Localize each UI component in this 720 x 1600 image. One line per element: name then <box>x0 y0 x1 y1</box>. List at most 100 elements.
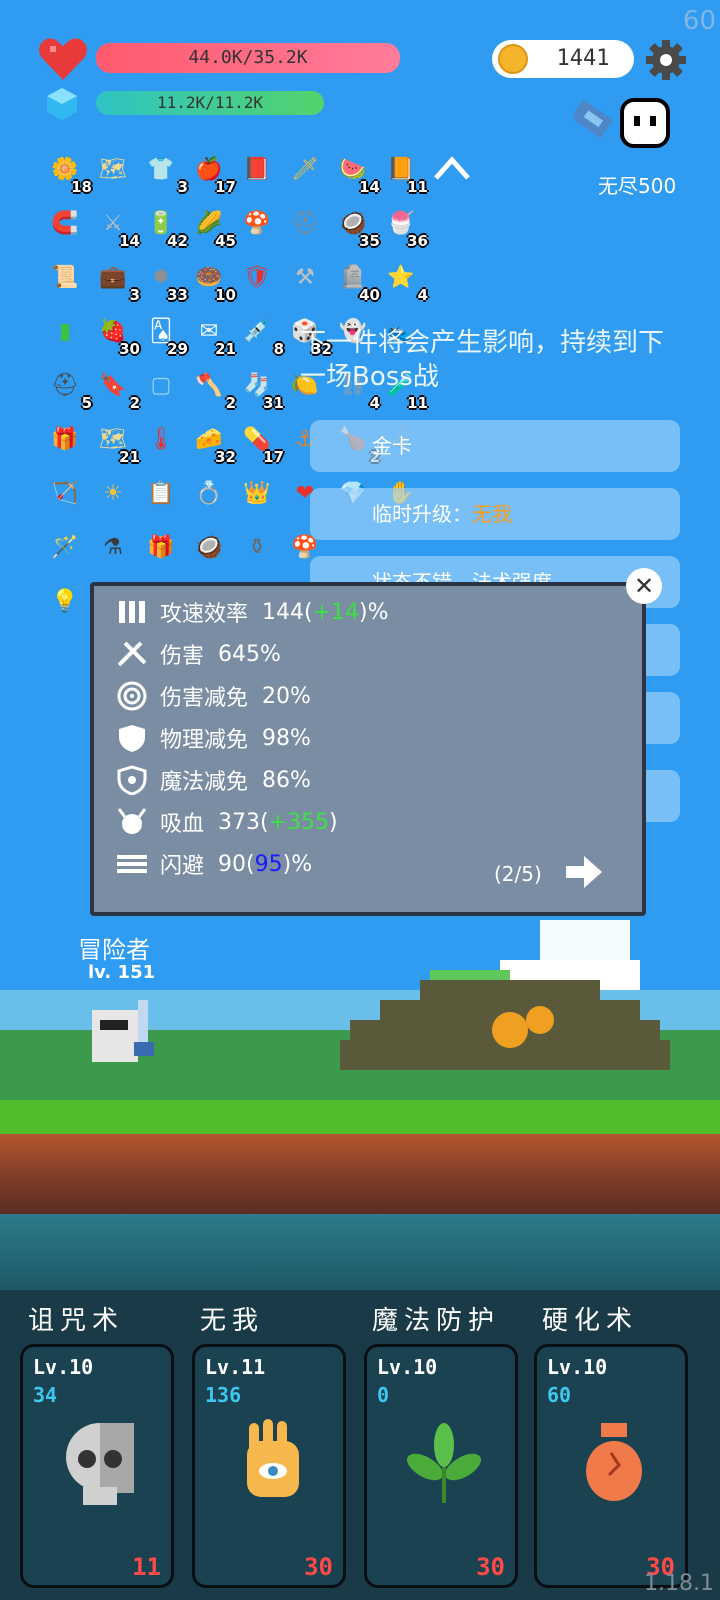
cheese-icon[interactable]: 🧀 32 <box>188 418 236 467</box>
chevron-up-icon[interactable] <box>430 150 474 184</box>
blank-card-icon[interactable]: ▢ <box>140 364 182 406</box>
boss-ghost-icon[interactable] <box>574 96 682 156</box>
magnet-icon[interactable]: 🧲 <box>44 202 86 244</box>
skill-points: 0 <box>377 1383 390 1407</box>
broadsword-icon[interactable]: ⚔ 14 <box>92 202 140 251</box>
coin-counter: 1441 <box>492 40 634 78</box>
skill-card[interactable]: Lv.11 136 30 <box>192 1344 346 1588</box>
close-button[interactable]: ✕ <box>626 568 662 604</box>
pill-icon[interactable]: 💊 17 <box>236 418 284 467</box>
skill-card[interactable]: Lv.10 0 30 <box>364 1344 518 1588</box>
mortar-icon[interactable]: ⚱ <box>236 526 278 568</box>
mushroom-icon[interactable]: 🍄 <box>236 202 278 244</box>
mana-crystal-icon <box>47 88 77 120</box>
skill-points: 34 <box>33 1383 58 1407</box>
battery-icon[interactable]: 🔋 42 <box>140 202 188 251</box>
star-card-icon[interactable]: ⭐ 4 <box>380 256 428 305</box>
helmet-icon[interactable]: ⛑ <box>284 202 326 244</box>
crossed-axes-icon <box>117 641 147 667</box>
green-card-icon[interactable]: ▮ <box>44 310 86 352</box>
item-glyph: ⭐ <box>387 264 415 290</box>
bullets-icon <box>119 601 145 623</box>
map-icon[interactable]: 🗺 21 <box>92 418 140 467</box>
gear-icon[interactable] <box>644 38 688 82</box>
item-count: 11 <box>407 178 428 196</box>
magic-wand-icon[interactable]: 🪄 <box>44 526 86 568</box>
skill-card[interactable]: Lv.10 60 30 <box>534 1344 688 1588</box>
battle-axe-icon[interactable]: 🪓 2 <box>188 364 236 413</box>
reward-card-upgrade[interactable]: 临时升级：无我 <box>310 488 680 540</box>
item-glyph: 🪄 <box>51 534 79 560</box>
crown-icon[interactable]: 👑 <box>236 472 278 514</box>
bow-icon[interactable]: 🏹 <box>44 472 86 514</box>
fps-counter: 60 <box>682 6 716 36</box>
treasure-map-icon[interactable]: 🗺 <box>92 148 134 190</box>
shirt-icon[interactable]: 👕 3 <box>140 148 188 197</box>
stat-row: 攻速效率 144(+14)% <box>114 592 389 632</box>
strawberry-icon[interactable]: 🍓 30 <box>92 310 140 359</box>
donut-icon[interactable]: 🍩 10 <box>188 256 236 305</box>
corn-icon[interactable]: 🌽 45 <box>188 202 236 251</box>
reward-card-text: 金卡 <box>372 434 412 458</box>
scroll-icon[interactable]: 📜 <box>44 256 86 298</box>
coconut-icon[interactable]: 🥥 35 <box>332 202 380 251</box>
ice-cream-icon[interactable]: 🍧 36 <box>380 202 428 251</box>
item-count: 3 <box>129 286 140 304</box>
watermelon-icon[interactable]: 🍉 14 <box>332 148 380 197</box>
book-icon[interactable]: 📙 11 <box>380 148 428 197</box>
stat-value: 86% <box>262 767 311 793</box>
item-glyph: ☀ <box>103 480 123 506</box>
item-glyph: ▢ <box>150 372 172 398</box>
gift-box-icon[interactable]: 🎁 <box>44 418 86 460</box>
item-count: 3 <box>177 178 188 196</box>
stats-popup: 攻速效率 144(+14)% 伤害 645% 伤害减免 20% 物理减免 98% 魔法减免 86%… <box>90 582 646 916</box>
heart-icon <box>39 38 87 80</box>
cauldron-icon[interactable]: ⚗ <box>92 526 134 568</box>
skull-book-icon[interactable]: 📕 <box>236 148 278 190</box>
mana-bar: 11.2K/11.2K <box>96 91 324 115</box>
briefcase-icon[interactable]: 💼 3 <box>92 256 140 305</box>
sword-icon[interactable]: 🗡 <box>284 148 326 190</box>
item-glyph: 🗡 <box>291 156 319 182</box>
item-glyph: 🎁 <box>51 426 79 452</box>
item-glyph: 🪓 <box>195 372 223 398</box>
item-count: 45 <box>215 232 236 250</box>
apple-icon[interactable]: 🍎 17 <box>188 148 236 197</box>
ring-icon[interactable]: 💍 <box>188 472 230 514</box>
ground-grass <box>0 1100 720 1134</box>
flower-icon[interactable]: 🌼 18 <box>44 148 92 197</box>
item-glyph: ▮ <box>58 318 72 344</box>
skill-card[interactable]: Lv.10 34 11 <box>20 1344 174 1588</box>
item-count: 42 <box>167 232 188 250</box>
lightbulb-card-icon[interactable]: 💡 <box>44 580 86 622</box>
item-count: 21 <box>215 340 236 358</box>
playing-cards-icon[interactable]: 🂡 29 <box>140 310 188 359</box>
checklist-icon[interactable]: 📋 <box>140 472 182 514</box>
coconut-drink-icon[interactable]: 🥥 <box>188 526 230 568</box>
mace-icon[interactable]: ⚒ <box>284 256 326 298</box>
skill-level: Lv.10 <box>33 1355 94 1379</box>
tombstone-icon[interactable]: 🪦 40 <box>332 256 380 305</box>
stat-paren-open: ( <box>246 851 255 877</box>
item-glyph: 👑 <box>243 480 271 506</box>
sun-icon[interactable]: ☀ <box>92 472 134 514</box>
item-count: 21 <box>119 448 140 466</box>
syringe-icon[interactable]: 💉 8 <box>236 310 284 359</box>
present-icon[interactable]: 🎁 <box>140 526 182 568</box>
skill-level: Lv.10 <box>377 1355 438 1379</box>
item-count: 18 <box>71 178 92 196</box>
item-count: 14 <box>359 178 380 196</box>
thermometer-icon[interactable]: 🌡 <box>140 418 182 460</box>
bookmark-icon[interactable]: 🔖 2 <box>92 364 140 413</box>
spiked-ball-icon[interactable]: ✹ 33 <box>140 256 188 305</box>
skill-name: 无我 <box>200 1306 265 1336</box>
sock-icon[interactable]: 🧦 31 <box>236 364 284 413</box>
hood-icon[interactable]: ⛑ 5 <box>44 364 92 413</box>
stat-value: 645% <box>218 641 281 667</box>
item-count: 4 <box>417 286 428 304</box>
magic-shield-icon <box>117 765 147 795</box>
shield-icon[interactable]: 🛡 <box>236 256 278 298</box>
reward-card-gold[interactable]: 金卡 <box>310 420 680 472</box>
stat-value: 98% <box>262 725 311 751</box>
envelope-icon[interactable]: ✉ 21 <box>188 310 236 359</box>
